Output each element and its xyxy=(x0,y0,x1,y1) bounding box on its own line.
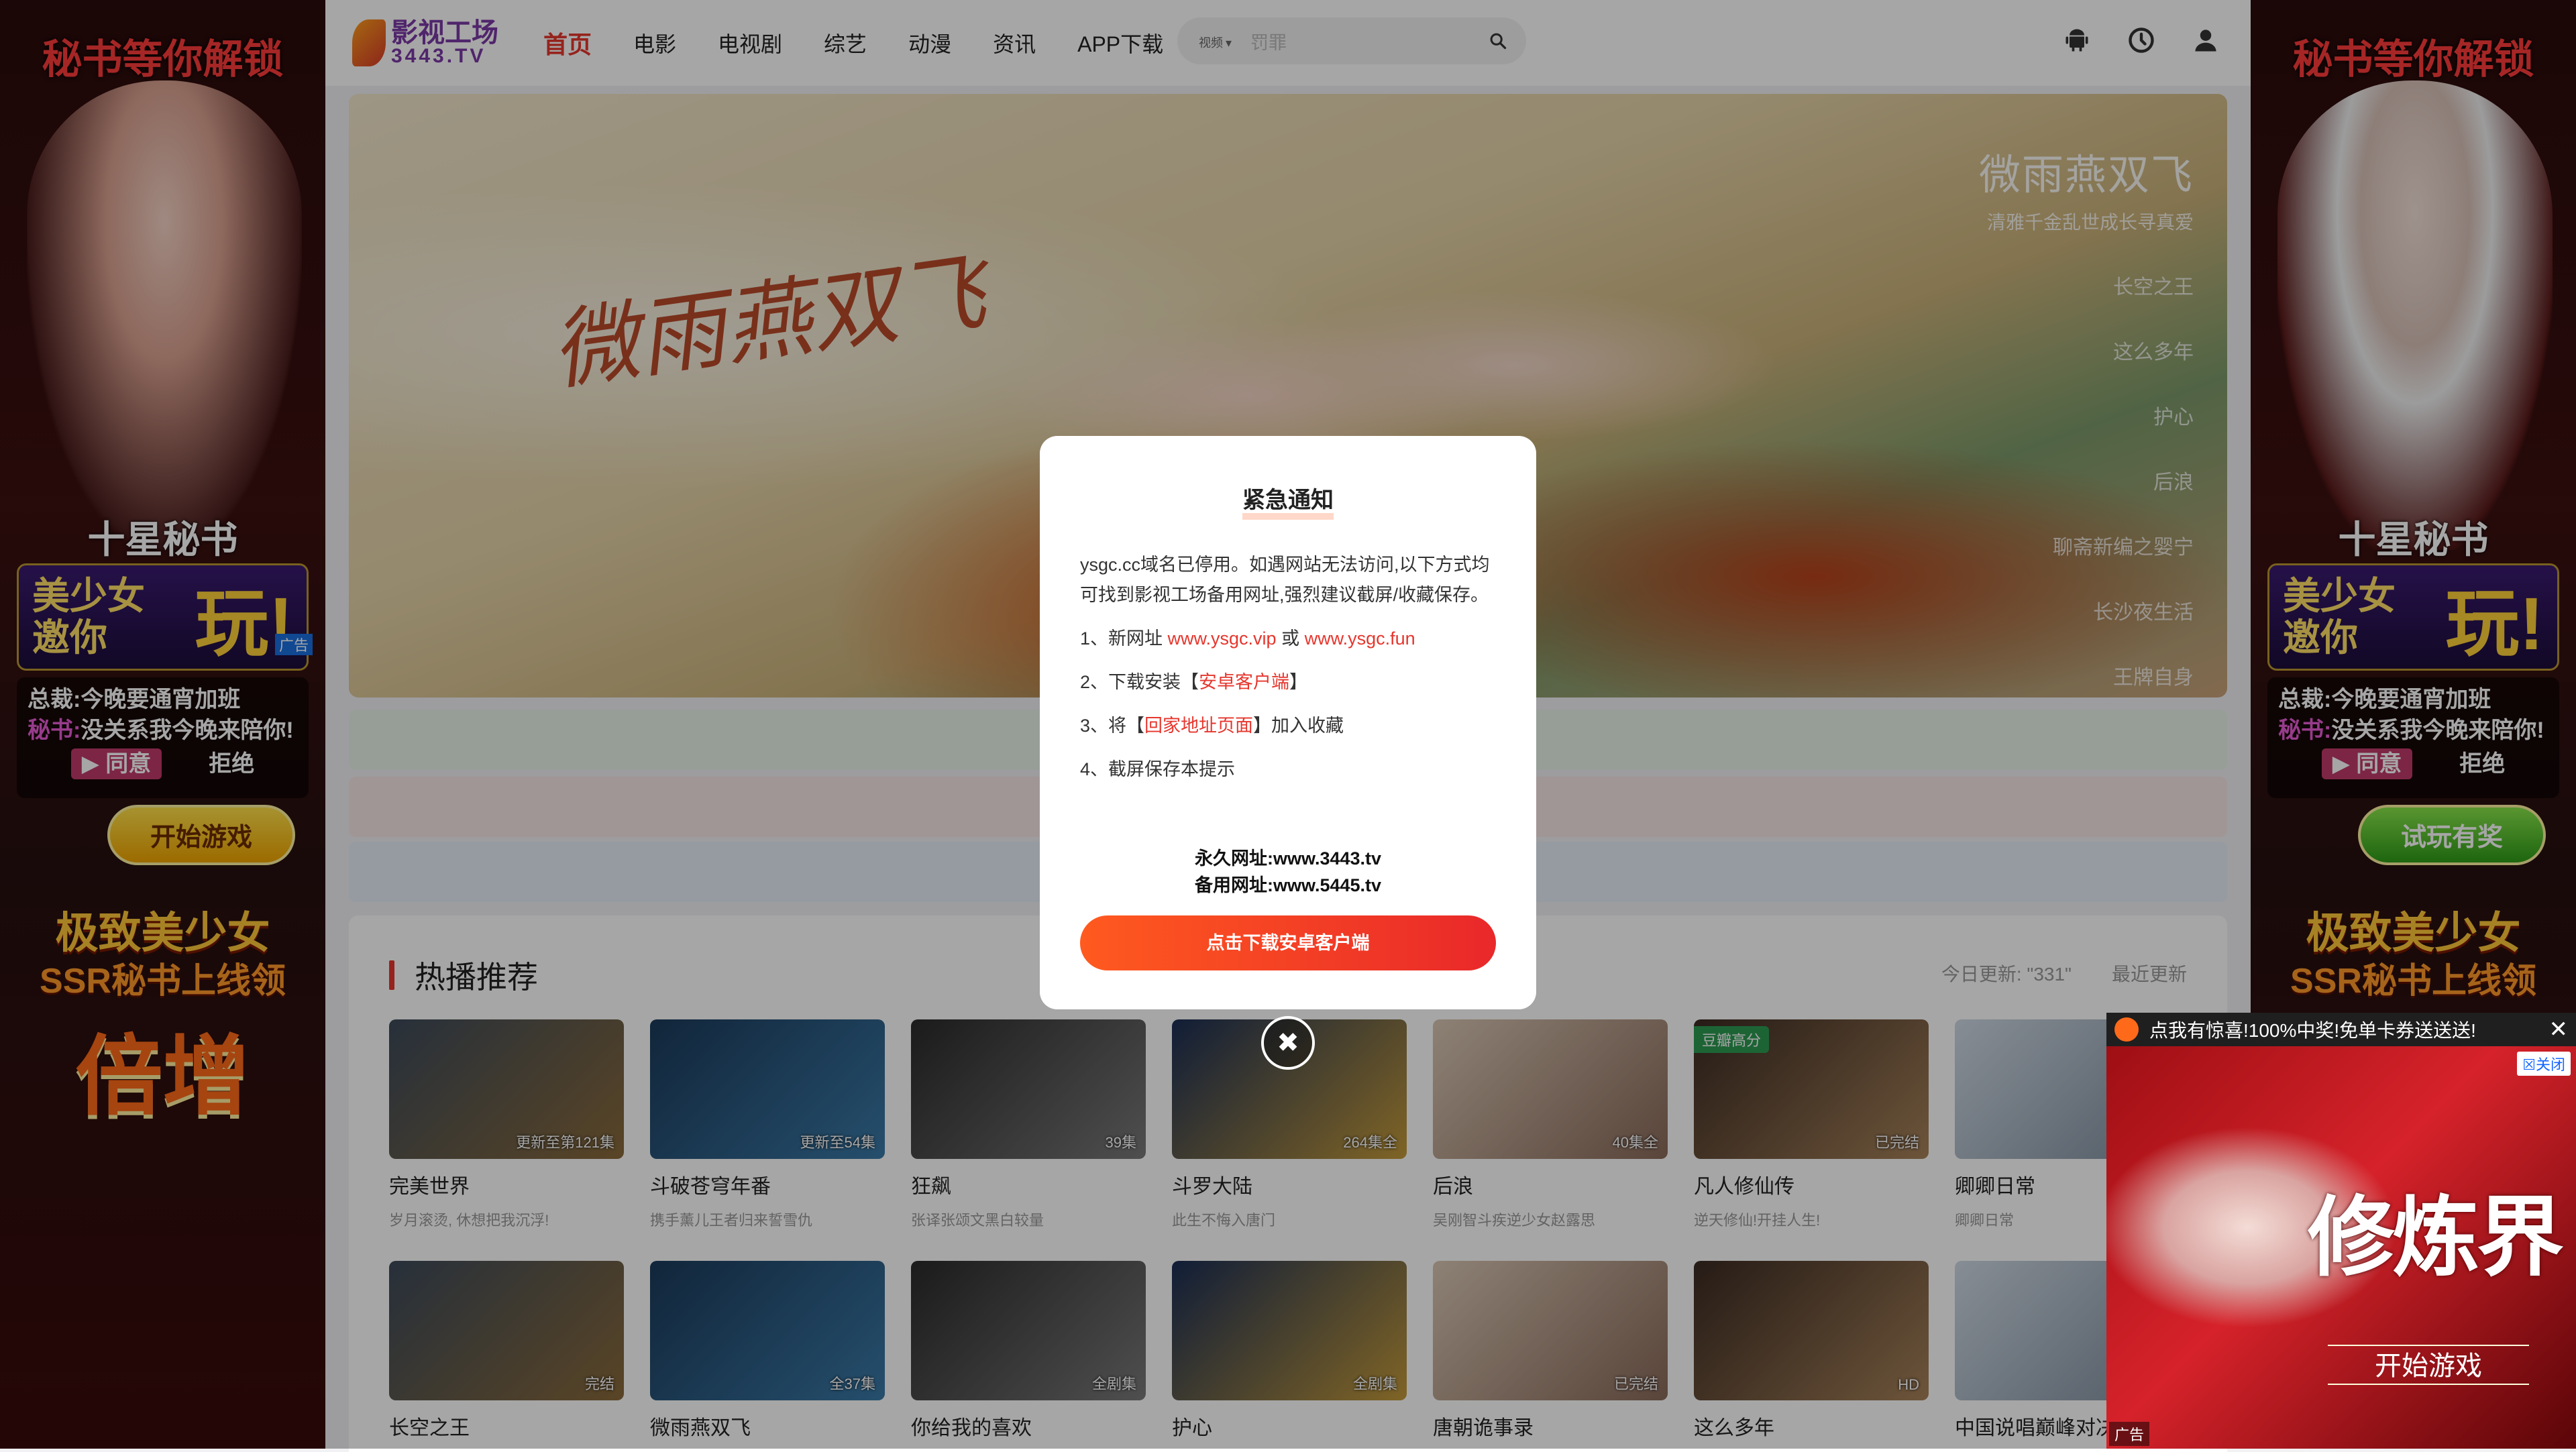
modal-close-button[interactable]: ✖ xyxy=(1261,1016,1315,1070)
new-url-link-1[interactable]: www.ysgc.vip xyxy=(1168,628,1277,649)
permanent-url: 永久网址:www.3443.tv xyxy=(1194,848,1382,869)
popup-game-title: 修炼界 xyxy=(2308,1188,2564,1286)
ad-label: 广告 xyxy=(2109,1422,2150,1446)
popup-ad[interactable]: 点我有惊喜!100%中奖!免单卡券送送送! ✕ ☒关闭 修炼界 开始游戏 广告 xyxy=(2106,1013,2576,1449)
popup-ad-text[interactable]: 点我有惊喜!100%中奖!免单卡券送送送! xyxy=(2149,1016,2549,1043)
popup-ad-image[interactable]: ☒关闭 修炼界 开始游戏 广告 xyxy=(2106,1046,2576,1449)
popup-start-button[interactable]: 开始游戏 xyxy=(2328,1345,2529,1385)
modal-step-4: 4、截屏保存本提示 xyxy=(1080,759,1236,779)
android-client-link[interactable]: 安卓客户端 xyxy=(1199,672,1289,692)
close-icon: ✖ xyxy=(1277,1028,1299,1058)
gift-icon xyxy=(2114,1017,2139,1042)
modal-intro: ysgc.cc域名已停用。如遇网站无法访问,以下方式均可找到影视工场备用网址,强… xyxy=(1080,555,1490,605)
modal-step-3: 3、将【回家地址页面】加入收藏 xyxy=(1080,716,1344,736)
popup-ad-bar: 点我有惊喜!100%中奖!免单卡券送送送! ✕ xyxy=(2106,1013,2576,1046)
notice-modal: 紧急通知 ysgc.cc域名已停用。如遇网站无法访问,以下方式均可找到影视工场备… xyxy=(1040,436,1536,1009)
home-address-link[interactable]: 回家地址页面 xyxy=(1144,716,1253,736)
new-url-link-2[interactable]: www.ysgc.fun xyxy=(1305,628,1415,649)
modal-body: ysgc.cc域名已停用。如遇网站无法访问,以下方式均可找到影视工场备用网址,强… xyxy=(1080,550,1496,798)
download-android-button[interactable]: 点击下载安卓客户端 xyxy=(1080,915,1496,970)
modal-title: 紧急通知 xyxy=(1040,482,1536,520)
modal-step-1: 1、新网址 www.ysgc.vip 或 www.ysgc.fun xyxy=(1080,628,1415,649)
popup-close-button[interactable]: ☒关闭 xyxy=(2517,1052,2571,1076)
close-icon[interactable]: ✕ xyxy=(2549,1016,2569,1043)
modal-urls: 永久网址:www.3443.tv 备用网址:www.5445.tv xyxy=(1040,845,1536,899)
backup-url: 备用网址:www.5445.tv xyxy=(1194,875,1382,895)
modal-step-2: 2、下载安装【安卓客户端】 xyxy=(1080,672,1308,692)
